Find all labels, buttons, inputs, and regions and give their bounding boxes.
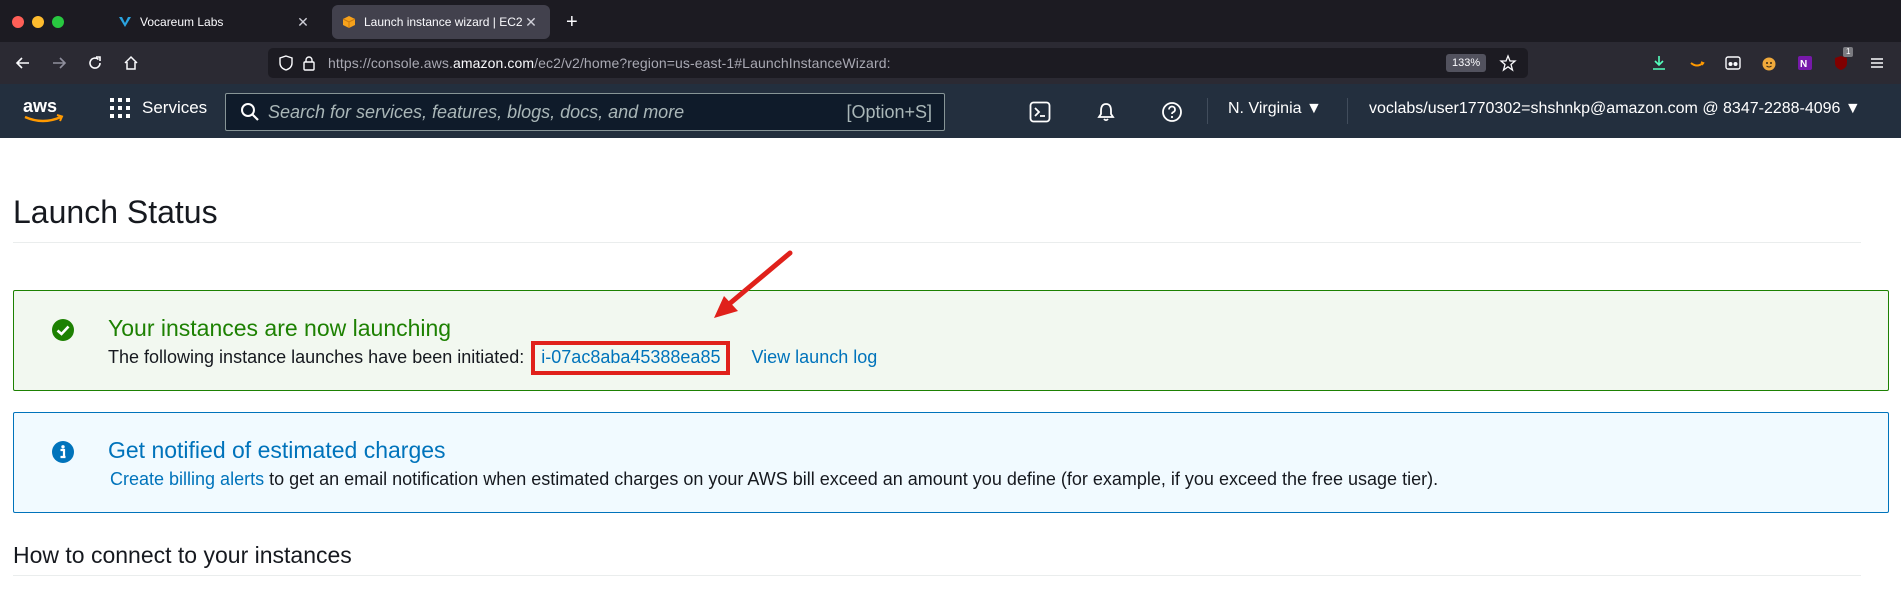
reload-button[interactable] bbox=[84, 52, 106, 74]
info-circle-icon bbox=[52, 441, 74, 463]
tab-launch-instance-wizard[interactable]: Launch instance wizard | EC2 M ✕ bbox=[332, 5, 550, 39]
header-divider bbox=[1347, 98, 1348, 124]
download-icon bbox=[1653, 56, 1665, 70]
create-billing-alerts-link[interactable]: Create billing alerts bbox=[110, 469, 264, 489]
amazon-smile-icon bbox=[1690, 61, 1705, 67]
alert-body: Create billing alerts to get an email no… bbox=[110, 469, 1438, 490]
hamburger-menu-icon bbox=[1871, 58, 1883, 68]
reader-extension-button[interactable] bbox=[1723, 53, 1743, 73]
search-input[interactable]: Search for services, features, blogs, do… bbox=[268, 102, 846, 123]
minimize-window-button[interactable] bbox=[32, 16, 44, 28]
alert-body-text: to get an email notification when estima… bbox=[264, 469, 1439, 489]
extension-badge: 1 bbox=[1843, 47, 1854, 57]
cookie-face-icon bbox=[1762, 57, 1776, 71]
cloudshell-button[interactable] bbox=[1028, 100, 1052, 124]
grid-icon bbox=[110, 98, 130, 118]
launch-success-alert: Your instances are now launching The fol… bbox=[13, 290, 1889, 391]
glasses-icon bbox=[1725, 56, 1741, 70]
app-menu-button[interactable] bbox=[1867, 53, 1887, 73]
home-button[interactable] bbox=[120, 52, 142, 74]
new-tab-icon[interactable]: + bbox=[566, 10, 578, 34]
aws-logo[interactable]: aws bbox=[22, 96, 66, 126]
onenote-icon: N bbox=[1798, 56, 1812, 70]
billing-info-alert: Get notified of estimated charges Create… bbox=[13, 412, 1889, 513]
instance-id-link[interactable]: i-07ac8aba45388ea85 bbox=[531, 341, 731, 375]
onenote-extension-button[interactable]: N bbox=[1795, 53, 1815, 73]
forward-button[interactable] bbox=[48, 52, 70, 74]
shield-icon[interactable] bbox=[278, 55, 294, 71]
svg-text:N: N bbox=[1800, 59, 1807, 70]
aws-console-header: aws Services Search for services, featur… bbox=[0, 84, 1901, 138]
search-shortcut-hint: [Option+S] bbox=[846, 101, 932, 122]
svg-text:aws: aws bbox=[23, 96, 57, 116]
region-selector[interactable]: N. Virginia ▼ bbox=[1228, 100, 1322, 118]
view-launch-log-link[interactable]: View launch log bbox=[751, 347, 877, 367]
lock-icon[interactable] bbox=[302, 55, 316, 71]
aws-box-icon bbox=[342, 16, 356, 28]
browser-tab-strip: Vocareum Labs ✕ Launch instance wizard |… bbox=[0, 0, 1901, 42]
downloads-button[interactable] bbox=[1649, 53, 1669, 73]
tab-vocareum-labs[interactable]: Vocareum Labs ✕ bbox=[108, 5, 322, 39]
alert-title: Get notified of estimated charges bbox=[108, 437, 446, 463]
maximize-window-button[interactable] bbox=[52, 16, 64, 28]
reload-icon bbox=[89, 56, 101, 69]
arrow-right-icon bbox=[53, 57, 67, 69]
url-bar[interactable]: https://console.aws.amazon.com/ec2/v2/ho… bbox=[268, 48, 1528, 78]
tab-label: Launch instance wizard | EC2 M bbox=[364, 15, 522, 29]
terminal-icon bbox=[1029, 101, 1051, 123]
bell-icon bbox=[1097, 103, 1115, 122]
title-divider bbox=[13, 242, 1861, 243]
close-window-button[interactable] bbox=[12, 16, 24, 28]
check-circle-icon bbox=[52, 319, 74, 341]
alert-body-text: The following instance launches have bee… bbox=[108, 347, 525, 367]
section-divider bbox=[13, 575, 1861, 576]
help-button[interactable] bbox=[1160, 100, 1184, 124]
help-circle-icon bbox=[1162, 102, 1182, 122]
alert-title: Your instances are now launching bbox=[108, 315, 452, 341]
browser-nav-bar: https://console.aws.amazon.com/ec2/v2/ho… bbox=[0, 42, 1901, 84]
tab-close-icon[interactable]: ✕ bbox=[294, 14, 312, 31]
aws-logo-icon: aws bbox=[23, 96, 64, 123]
page-title: Launch Status bbox=[13, 194, 218, 230]
url-text: https://console.aws.amazon.com/ec2/v2/ho… bbox=[328, 55, 891, 71]
section-title: How to connect to your instances bbox=[13, 542, 352, 568]
tab-close-icon[interactable]: ✕ bbox=[522, 14, 540, 31]
aws-search-box[interactable]: Search for services, features, blogs, do… bbox=[225, 93, 945, 131]
header-divider bbox=[1207, 98, 1208, 124]
services-label: Services bbox=[142, 98, 208, 117]
account-menu[interactable]: voclabs/user1770302=shshnkp@amazon.com @… bbox=[1369, 100, 1861, 118]
arrow-left-icon bbox=[15, 57, 29, 69]
tab-label: Vocareum Labs bbox=[140, 15, 224, 29]
alert-body: The following instance launches have bee… bbox=[108, 341, 877, 375]
zoom-level-badge[interactable]: 133% bbox=[1446, 54, 1487, 72]
services-menu-button[interactable]: Services bbox=[110, 98, 207, 118]
bookmark-star-icon[interactable] bbox=[1499, 54, 1517, 72]
cookie-extension-button[interactable] bbox=[1759, 53, 1779, 73]
search-icon bbox=[241, 103, 259, 121]
amazon-extension-button[interactable] bbox=[1687, 53, 1707, 73]
home-icon bbox=[124, 55, 138, 70]
back-button[interactable] bbox=[12, 52, 34, 74]
ublock-extension-button[interactable]: 1 bbox=[1831, 47, 1854, 73]
notifications-button[interactable] bbox=[1094, 100, 1118, 124]
vocareum-icon bbox=[119, 17, 131, 27]
